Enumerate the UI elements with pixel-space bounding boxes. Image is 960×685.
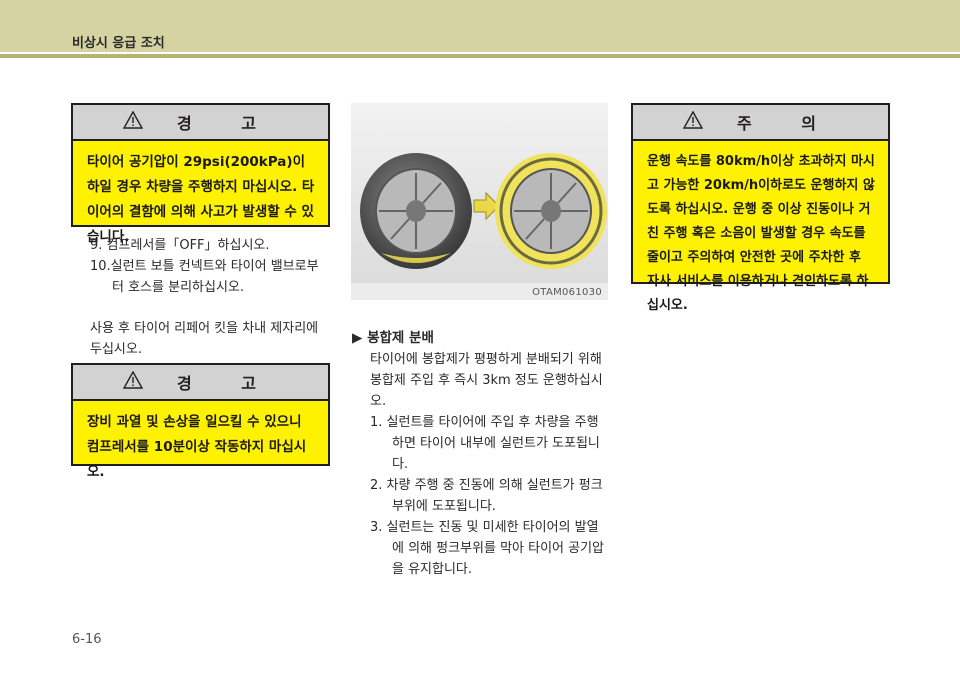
- tire-after: [495, 153, 607, 269]
- header-divider: [0, 54, 960, 58]
- section-body: 타이어에 봉합제가 평평하게 분배되기 위해 봉합제 주입 후 즉시 3km 정…: [370, 349, 610, 580]
- page-number: 6-16: [72, 632, 102, 647]
- warning-body: 장비 과열 및 손상을 일으킬 수 있으니 컴프레서를 10분이상 작동하지 마…: [87, 414, 307, 480]
- step-item: 10.실런트 보틀 컨넥트와 타이어 밸브로부터 호스를 분리하십시오.: [90, 259, 319, 295]
- caution-title: 주 의: [736, 114, 838, 133]
- warning-header: 경 고: [73, 105, 328, 141]
- warning-title: 경 고: [176, 114, 278, 133]
- section-item: 1. 실런트를 타이어에 주입 후 차량을 주행하면 타이어 내부에 실런트가 …: [370, 415, 600, 472]
- caution-body: 운행 속도를 80km/h이상 초과하지 마시고 가능한 20km/h이하로도 …: [647, 154, 875, 313]
- image-code: OTAM061030: [532, 287, 602, 298]
- tire-before: [360, 153, 472, 269]
- warning-box-2: 경 고 장비 과열 및 손상을 일으킬 수 있으니 컴프레서를 10분이상 작동…: [71, 363, 330, 480]
- warning-triangle-icon: [122, 370, 144, 393]
- tire-illustration: OTAM061030: [351, 103, 608, 300]
- caution-box: 주 의 운행 속도를 80km/h이상 초과하지 마시고 가능한 20km/h이…: [631, 103, 890, 313]
- warning-triangle-icon: [682, 110, 704, 133]
- warning-box-1: 경 고 타이어 공기압이 29psi(200kPa)이하일 경우 차량을 주행하…: [71, 103, 330, 245]
- section-title: 비상시 응급 조치: [72, 36, 165, 51]
- section-intro: 타이어에 봉합제가 평평하게 분배되기 위해 봉합제 주입 후 즉시 3km 정…: [370, 352, 603, 409]
- warning-title: 경 고: [176, 374, 278, 393]
- warning-triangle-icon: [122, 110, 144, 133]
- section-item: 3. 실런트는 진동 및 미세한 타이어의 발열에 의해 펑크부위를 막아 타이…: [370, 520, 605, 577]
- caution-header: 주 의: [633, 105, 888, 141]
- tire-sealant-diagram: [351, 103, 608, 283]
- section-heading: ▶ 봉합제 분배: [352, 330, 434, 346]
- warning-header: 경 고: [73, 365, 328, 401]
- after-use-text: 사용 후 타이어 리페어 킷을 차내 제자리에 두십시오.: [90, 321, 319, 357]
- step-list: 9. 컴프레서를「OFF」하십시오. 10.실런트 보틀 컨넥트와 타이어 밸브…: [90, 235, 330, 298]
- step-item: 9. 컴프레서를「OFF」하십시오.: [90, 238, 270, 253]
- page-header: 비상시 응급 조치: [0, 0, 960, 58]
- section-item: 2. 차량 주행 중 진동에 의해 실런트가 펑크부위에 도포됩니다.: [370, 478, 603, 514]
